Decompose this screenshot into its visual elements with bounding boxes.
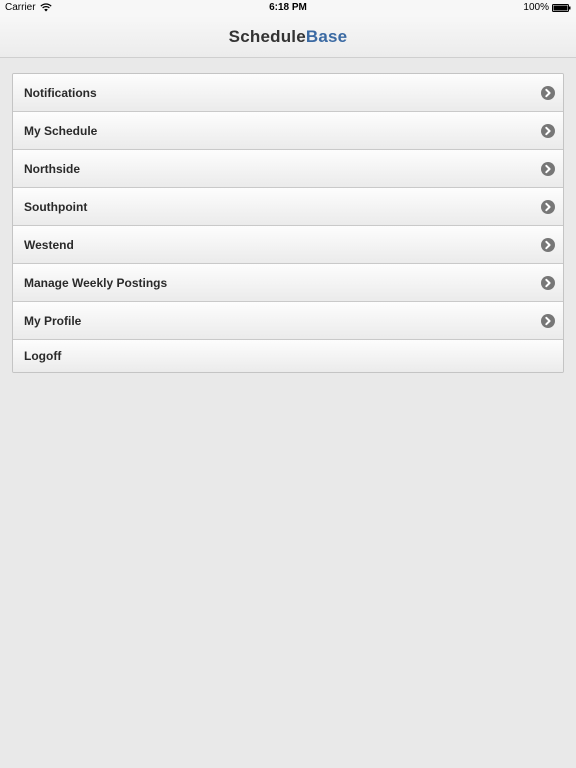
menu-item-label: Logoff <box>24 349 62 363</box>
menu-item-manage-weekly-postings[interactable]: Manage Weekly Postings <box>13 264 563 302</box>
menu-item-westend[interactable]: Westend <box>13 226 563 264</box>
chevron-circle-right-icon <box>541 237 555 252</box>
menu-item-my-profile[interactable]: My Profile <box>13 302 563 340</box>
menu-item-notifications[interactable]: Notifications <box>13 74 563 112</box>
menu-item-label: Notifications <box>24 85 97 100</box>
clock: 6:18 PM <box>269 2 307 13</box>
chevron-circle-right-icon <box>541 275 555 290</box>
menu-item-my-schedule[interactable]: My Schedule <box>13 112 563 150</box>
menu-item-label: Manage Weekly Postings <box>24 275 168 290</box>
chevron-circle-right-icon <box>541 161 555 176</box>
status-right: 100% <box>523 2 571 13</box>
menu-item-northside[interactable]: Northside <box>13 150 563 188</box>
menu-item-logoff[interactable]: Logoff <box>13 340 563 372</box>
app-title: ScheduleBase <box>229 27 348 47</box>
menu-item-label: Southpoint <box>24 199 88 214</box>
chevron-circle-right-icon <box>541 85 555 100</box>
app-title-base: Base <box>305 26 348 46</box>
battery-percent: 100% <box>523 2 549 13</box>
status-bar: Carrier 6:18 PM 100% <box>0 0 576 16</box>
chevron-circle-right-icon <box>541 199 555 214</box>
menu-item-label: My Schedule <box>24 123 98 138</box>
menu-item-label: Northside <box>24 161 81 176</box>
battery-icon <box>552 3 571 12</box>
chevron-circle-right-icon <box>541 123 555 138</box>
menu-item-southpoint[interactable]: Southpoint <box>13 188 563 226</box>
chevron-circle-right-icon <box>541 313 555 328</box>
app-title-schedule: Schedule <box>228 26 306 46</box>
menu-item-label: Westend <box>24 237 74 252</box>
menu-item-label: My Profile <box>24 313 82 328</box>
app-header: ScheduleBase <box>0 16 576 58</box>
main-menu: Notifications My Schedule Northside Sout… <box>12 73 564 373</box>
